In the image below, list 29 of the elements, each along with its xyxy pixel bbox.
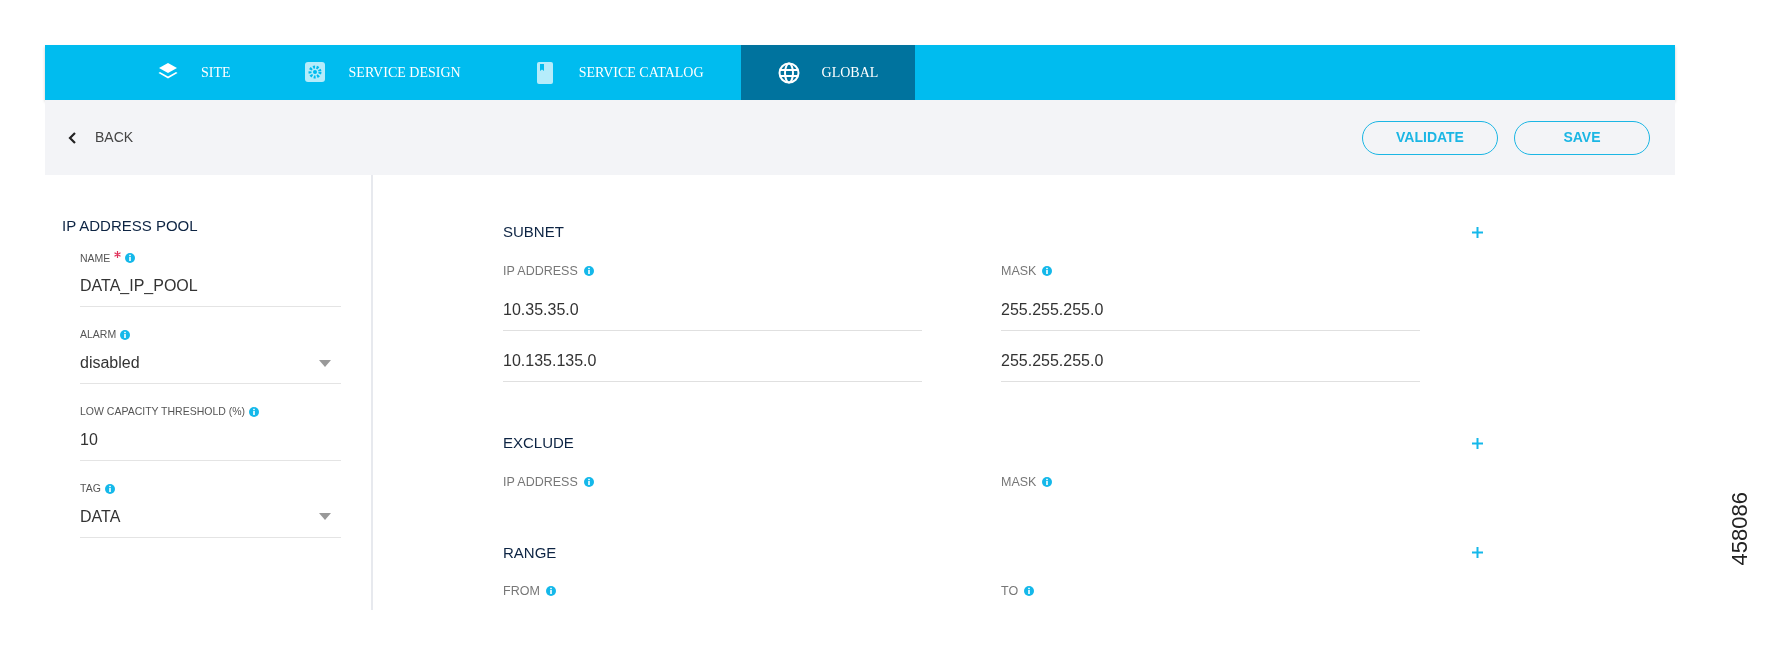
dropdown-field[interactable]: TAG DATA (80, 480, 341, 538)
column-label: FROM (503, 583, 540, 600)
section-title: SUBNET (503, 222, 564, 242)
field-value: 10 (80, 429, 98, 450)
section-title: EXCLUDE (503, 433, 574, 454)
input-field[interactable]: 10.35.35.0 (503, 284, 922, 332)
field-value: disabled (80, 353, 140, 373)
figure-number: 458086 (1726, 492, 1753, 566)
column-label: IP ADDRESS (503, 473, 578, 491)
back-link[interactable]: BACK (67, 127, 134, 148)
input-field[interactable]: 255.255.255.0 (1001, 335, 1420, 383)
column-label: IP ADDRESS (503, 262, 578, 280)
input-field[interactable]: NAME DATA_IP_POOL (80, 250, 341, 308)
section-title: RANGE (503, 542, 557, 563)
panel-title: IP ADDRESS POOL (62, 216, 199, 236)
nav-tab[interactable]: GLOBAL (740, 45, 916, 100)
field-label: ALARM (80, 327, 117, 343)
input-field[interactable]: LOW CAPACITY THRESHOLD (%) 10 (80, 404, 341, 461)
column-label: MASK (1001, 473, 1037, 491)
column-label: TO (1001, 583, 1019, 600)
field-value: DATA (80, 506, 121, 527)
column-label: MASK (1001, 262, 1037, 280)
input-field[interactable]: 10.135.135.0 (503, 335, 922, 383)
field-label: NAME (80, 250, 111, 266)
input-field[interactable]: 255.255.255.0 (1001, 284, 1420, 332)
field-label: LOW CAPACITY THRESHOLD (%) (80, 404, 246, 419)
field-value: DATA_IP_POOL (80, 276, 198, 297)
dropdown-field[interactable]: ALARM disabled (80, 327, 341, 384)
field-label: TAG (80, 480, 101, 496)
